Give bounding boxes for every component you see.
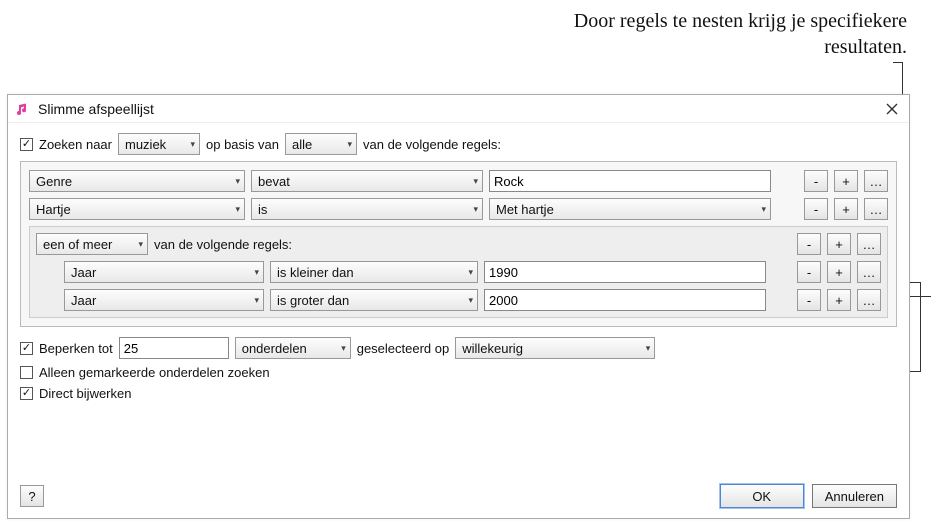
rule-operator-select[interactable]: is groter dan ▾ [270, 289, 478, 311]
cancel-button[interactable]: Annuleren [812, 484, 897, 508]
rule-value-select[interactable]: Met hartje ▾ [489, 198, 771, 220]
rule-field-select[interactable]: Jaar ▾ [64, 261, 264, 283]
nested-rule-row: Jaar ▾ is groter dan ▾ - + … [36, 289, 881, 311]
annotation-text: Door regels te nesten krijg je specifiek… [527, 8, 907, 60]
rule-field-value: Jaar [71, 293, 96, 308]
remove-rule-button[interactable]: - [797, 261, 821, 283]
rule-op-value: bevat [258, 174, 290, 189]
ok-button[interactable]: OK [720, 484, 804, 508]
music-icon [14, 100, 32, 118]
chevron-down-icon: ▾ [347, 139, 352, 150]
nested-mode-select[interactable]: een of meer ▾ [36, 233, 148, 255]
nested-header: een of meer ▾ van de volgende regels: - +… [36, 233, 881, 255]
chevron-down-icon: ▾ [254, 295, 259, 306]
any-all-select[interactable]: alle ▾ [285, 133, 357, 155]
help-button[interactable]: ? [20, 485, 44, 507]
nested-mode-value: een of meer [43, 237, 112, 252]
rules-container: Genre ▾ bevat ▾ - + … Hartje ▾ is ▾ [20, 161, 897, 327]
nest-rule-button[interactable]: … [857, 261, 881, 283]
match-label: Zoeken naar [39, 137, 112, 152]
nested-rule-row: Jaar ▾ is kleiner dan ▾ - + … [36, 261, 881, 283]
chevron-down-icon: ▾ [468, 295, 473, 306]
rule-field-select[interactable]: Jaar ▾ [64, 289, 264, 311]
add-rule-button[interactable]: + [827, 261, 851, 283]
rule-value-input[interactable] [484, 289, 766, 311]
add-rule-button[interactable]: + [827, 289, 851, 311]
only-checked-row: Alleen gemarkeerde onderdelen zoeken [20, 365, 897, 380]
dialog-title: Slimme afspeellijst [38, 101, 881, 117]
chevron-down-icon: ▾ [138, 239, 143, 250]
media-type-value: muziek [125, 137, 166, 152]
nest-rule-button[interactable]: … [864, 198, 888, 220]
chevron-down-icon: ▾ [341, 343, 346, 354]
limit-row: Beperken tot onderdelen ▾ geselecteerd op… [20, 337, 897, 359]
rule-operator-select[interactable]: bevat ▾ [251, 170, 483, 192]
annotation-bracket [920, 282, 921, 372]
rule-field-value: Jaar [71, 265, 96, 280]
annotation-connector [893, 62, 902, 63]
nest-rule-button[interactable]: … [864, 170, 888, 192]
chevron-down-icon: ▾ [761, 204, 766, 215]
selected-by-value: willekeurig [462, 341, 523, 356]
rule-field-select[interactable]: Hartje ▾ [29, 198, 245, 220]
rule-value-input[interactable] [489, 170, 771, 192]
limit-value-input[interactable] [119, 337, 229, 359]
smart-playlist-dialog: Slimme afspeellijst Zoeken naar muziek ▾ … [7, 94, 910, 519]
remove-rule-button[interactable]: - [797, 289, 821, 311]
rule-value-input[interactable] [484, 261, 766, 283]
limit-label: Beperken tot [39, 341, 113, 356]
match-checkbox[interactable] [20, 138, 33, 151]
rule-row: Genre ▾ bevat ▾ - + … [29, 170, 888, 192]
close-button[interactable] [881, 98, 903, 120]
add-rule-button[interactable]: + [834, 198, 858, 220]
limit-unit-value: onderdelen [242, 341, 307, 356]
chevron-down-icon: ▾ [254, 267, 259, 278]
match-suffix: van de volgende regels: [363, 137, 501, 152]
titlebar: Slimme afspeellijst [8, 95, 909, 123]
nested-rule-group: een of meer ▾ van de volgende regels: - +… [29, 226, 888, 318]
chevron-down-icon: ▾ [190, 139, 195, 150]
selected-by-label: geselecteerd op [357, 341, 450, 356]
add-rule-button[interactable]: + [827, 233, 851, 255]
limit-checkbox[interactable] [20, 342, 33, 355]
chevron-down-icon: ▾ [473, 204, 478, 215]
remove-rule-button[interactable]: - [804, 198, 828, 220]
chevron-down-icon: ▾ [235, 176, 240, 187]
rule-op-value: is groter dan [277, 293, 349, 308]
match-row: Zoeken naar muziek ▾ op basis van alle ▾ v… [20, 133, 897, 155]
rule-field-value: Hartje [36, 202, 71, 217]
chevron-down-icon: ▾ [646, 343, 651, 354]
dialog-footer: ? OK Annuleren [20, 484, 897, 508]
remove-rule-button[interactable]: - [797, 233, 821, 255]
media-type-select[interactable]: muziek ▾ [118, 133, 200, 155]
live-update-row: Direct bijwerken [20, 386, 897, 401]
rule-field-value: Genre [36, 174, 72, 189]
limit-unit-select[interactable]: onderdelen ▾ [235, 337, 351, 359]
only-checked-checkbox[interactable] [20, 366, 33, 379]
rule-row: Hartje ▾ is ▾ Met hartje ▾ - + … [29, 198, 888, 220]
chevron-down-icon: ▾ [235, 204, 240, 215]
chevron-down-icon: ▾ [468, 267, 473, 278]
remove-rule-button[interactable]: - [804, 170, 828, 192]
rule-operator-select[interactable]: is kleiner dan ▾ [270, 261, 478, 283]
match-middle: op basis van [206, 137, 279, 152]
rule-value-display: Met hartje [496, 202, 554, 217]
nest-rule-button[interactable]: … [857, 233, 881, 255]
only-checked-label: Alleen gemarkeerde onderdelen zoeken [39, 365, 270, 380]
nested-suffix: van de volgende regels: [154, 237, 292, 252]
rule-op-value: is kleiner dan [277, 265, 354, 280]
add-rule-button[interactable]: + [834, 170, 858, 192]
live-update-label: Direct bijwerken [39, 386, 131, 401]
selected-by-select[interactable]: willekeurig ▾ [455, 337, 655, 359]
rule-operator-select[interactable]: is ▾ [251, 198, 483, 220]
live-update-checkbox[interactable] [20, 387, 33, 400]
rule-op-value: is [258, 202, 267, 217]
any-all-value: alle [292, 137, 312, 152]
nest-rule-button[interactable]: … [857, 289, 881, 311]
chevron-down-icon: ▾ [473, 176, 478, 187]
rule-field-select[interactable]: Genre ▾ [29, 170, 245, 192]
